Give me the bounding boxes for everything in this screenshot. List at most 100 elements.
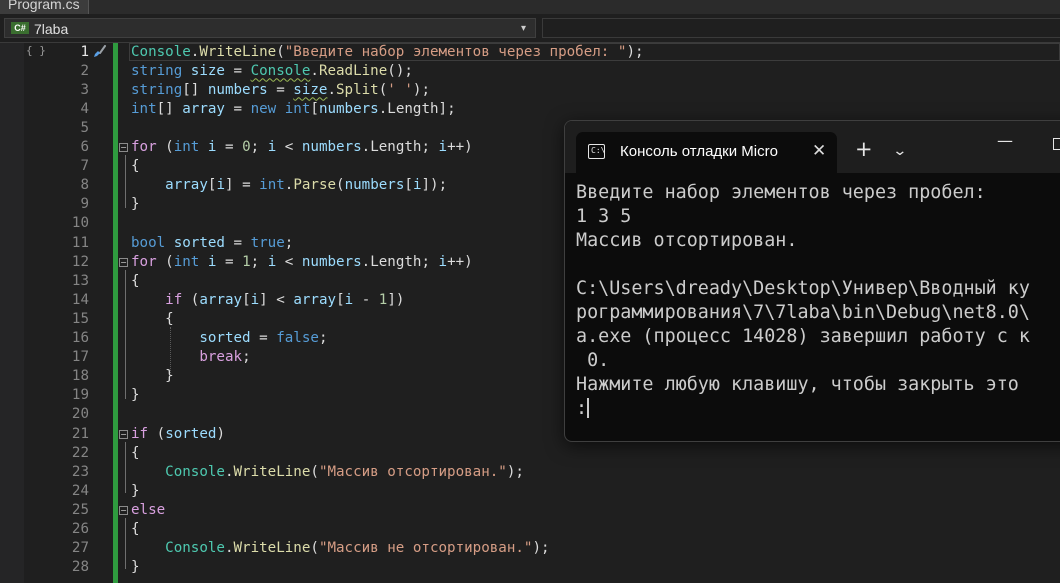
console-tab[interactable]: C:\ Консоль отладки Micro ✕ bbox=[576, 132, 837, 173]
code-text: sorted = false; bbox=[131, 329, 327, 348]
document-tab-strip: Program.cs bbox=[0, 0, 1060, 14]
code-token: { bbox=[131, 310, 174, 327]
line-number: 18 bbox=[71, 368, 89, 385]
code-line[interactable]: 23 Console.WriteLine("Массив отсортирова… bbox=[0, 463, 1060, 482]
debug-console-window[interactable]: C:\ Консоль отладки Micro ✕ + ⌄ — Введит… bbox=[564, 120, 1060, 442]
code-token: Console bbox=[165, 463, 225, 480]
code-token: { bbox=[131, 521, 140, 537]
code-token: . bbox=[224, 463, 234, 480]
code-token: size bbox=[190, 62, 225, 79]
code-token: int bbox=[259, 177, 285, 194]
code-token: = bbox=[216, 253, 243, 270]
code-token: Console bbox=[131, 43, 191, 60]
code-line[interactable]: 1 Console.WriteLine("Введите набор элемен… bbox=[0, 42, 1060, 62]
code-line[interactable]: 4 int[] array = new int[numbers.Length]; bbox=[0, 100, 1060, 119]
code-text: { bbox=[131, 157, 140, 176]
line-number: 3 bbox=[80, 81, 89, 98]
code-token: . bbox=[310, 62, 319, 79]
code-token: size bbox=[293, 81, 328, 98]
csharp-project-icon: C# bbox=[11, 22, 29, 34]
code-token: (); bbox=[387, 62, 413, 79]
code-token: WriteLine bbox=[233, 463, 311, 480]
code-token: "Массив не отсортирован." bbox=[318, 540, 533, 557]
code-token: = bbox=[267, 81, 294, 98]
code-token: i bbox=[438, 253, 448, 270]
code-line[interactable]: 27 Console.WriteLine("Массив не отсортир… bbox=[0, 539, 1060, 558]
code-token: WriteLine bbox=[199, 43, 277, 60]
code-text: string[] numbers = size.Split(' '); bbox=[131, 81, 430, 100]
code-token: numbers bbox=[301, 253, 362, 270]
code-token: array bbox=[293, 291, 337, 308]
code-line[interactable]: 26 { bbox=[0, 520, 1060, 539]
code-text: { bbox=[131, 520, 140, 539]
code-line[interactable]: 22 { bbox=[0, 444, 1060, 463]
chevron-down-icon[interactable]: ▾ bbox=[521, 20, 526, 38]
line-number: 27 bbox=[71, 540, 89, 557]
code-token: } bbox=[131, 196, 140, 213]
line-number: 23 bbox=[71, 463, 89, 480]
fold-toggle-line-12[interactable]: − bbox=[119, 258, 128, 267]
fold-toggle-line-25[interactable]: − bbox=[119, 506, 128, 515]
code-token: int bbox=[173, 253, 200, 270]
line-number: 24 bbox=[71, 482, 89, 499]
code-token: [ bbox=[404, 177, 413, 194]
code-token: "Введите набор элементов через пробел: " bbox=[284, 43, 627, 60]
code-token: 1 bbox=[242, 253, 251, 270]
line-number: 10 bbox=[71, 215, 89, 232]
code-token: ; bbox=[250, 139, 268, 155]
code-token: ( bbox=[310, 463, 319, 480]
console-line: Введите набор элементов через пробел: bbox=[576, 182, 986, 203]
code-line[interactable]: 2 string size = Console.ReadLine(); bbox=[0, 62, 1060, 81]
code-token: ReadLine bbox=[318, 62, 388, 79]
code-line[interactable]: 28} bbox=[0, 558, 1060, 577]
close-tab-icon[interactable]: ✕ bbox=[812, 140, 826, 162]
code-token: Length bbox=[387, 100, 439, 117]
code-token: int bbox=[131, 100, 157, 117]
console-line: 0. bbox=[576, 350, 610, 371]
fold-toggle-line-6[interactable]: − bbox=[119, 143, 128, 152]
code-token: int bbox=[173, 139, 200, 155]
fold-toggle-line-21[interactable]: − bbox=[119, 430, 128, 439]
console-line: 1 3 5 bbox=[576, 206, 632, 227]
code-token: numbers bbox=[344, 177, 405, 194]
code-token: ); bbox=[412, 81, 430, 98]
code-token: ]) bbox=[387, 291, 405, 308]
console-output[interactable]: Введите набор элементов через пробел: 1 3… bbox=[576, 181, 1030, 421]
indent-guide bbox=[170, 327, 171, 377]
code-token: ; bbox=[284, 234, 294, 251]
project-dropdown[interactable]: C# 7laba ▾ bbox=[4, 18, 536, 38]
chevron-down-icon[interactable]: ⌄ bbox=[892, 140, 907, 162]
code-text: else bbox=[131, 501, 165, 520]
code-token: i bbox=[250, 291, 260, 308]
line-number: 6 bbox=[80, 139, 89, 155]
line-number: 11 bbox=[71, 234, 89, 251]
line-number: 13 bbox=[71, 272, 89, 289]
console-titlebar: C:\ Консоль отладки Micro ✕ + ⌄ — bbox=[565, 121, 1060, 173]
block-guide bbox=[125, 155, 126, 208]
code-token: ) bbox=[216, 425, 225, 442]
code-token: . bbox=[224, 540, 234, 557]
minimize-icon[interactable]: — bbox=[997, 131, 1013, 151]
member-dropdown[interactable] bbox=[542, 18, 1060, 38]
code-token: ' ' bbox=[387, 81, 413, 98]
code-token: { bbox=[131, 444, 140, 461]
code-token: WriteLine bbox=[233, 540, 311, 557]
line-number: 22 bbox=[71, 444, 89, 461]
line-number: 16 bbox=[71, 330, 89, 346]
code-line[interactable]: 3 string[] numbers = size.Split(' '); bbox=[0, 81, 1060, 100]
code-token: ( bbox=[182, 291, 200, 308]
code-token: ; bbox=[242, 349, 251, 366]
code-token: ++) bbox=[447, 253, 473, 270]
code-text: if (array[i] < array[i - 1]) bbox=[131, 291, 404, 310]
code-line[interactable]: 24} bbox=[0, 482, 1060, 501]
code-line[interactable]: 25 else bbox=[0, 501, 1060, 520]
code-token: break bbox=[199, 349, 243, 366]
code-text: { bbox=[131, 272, 140, 291]
tab-program-cs[interactable]: Program.cs bbox=[0, 0, 89, 14]
maximize-icon[interactable] bbox=[1053, 138, 1060, 150]
new-tab-icon[interactable]: + bbox=[855, 138, 873, 160]
code-token: i bbox=[267, 253, 277, 270]
